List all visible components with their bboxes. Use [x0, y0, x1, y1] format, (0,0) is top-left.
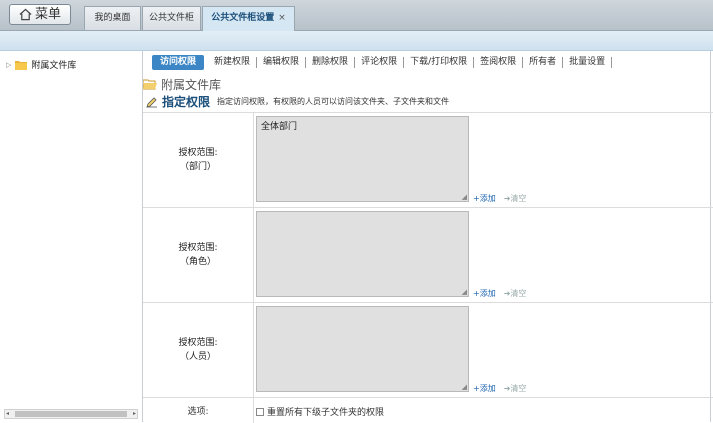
- perm-tab-owner[interactable]: 所有者: [523, 57, 564, 68]
- resize-grip-icon[interactable]: ◢: [462, 288, 467, 296]
- scroll-left-icon[interactable]: ◂: [6, 410, 9, 418]
- options-label: 选项:: [143, 398, 254, 423]
- clear-button[interactable]: ➜清空: [504, 193, 527, 204]
- role-textarea[interactable]: ◢: [256, 211, 469, 297]
- row-label: 授权范围: （角色）: [143, 208, 254, 302]
- top-tab-bar: 菜单 我的桌面 公共文件柜 公共文件柜设置 ×: [0, 0, 713, 31]
- row-actions: +添加 ➜清空: [473, 193, 526, 204]
- perm-tab-comment[interactable]: 评论权限: [355, 57, 405, 68]
- tab-public-cabinet-settings[interactable]: 公共文件柜设置 ×: [202, 6, 295, 31]
- expand-arrow-icon[interactable]: ▷: [6, 61, 11, 69]
- perm-tab-edit[interactable]: 编辑权限: [257, 57, 307, 68]
- tab-label: 公共文件柜设置: [211, 13, 275, 23]
- user-textarea[interactable]: ◢: [256, 306, 469, 392]
- label-line2: （部门）: [179, 162, 216, 172]
- perm-tab-batch[interactable]: 批量设置: [563, 57, 613, 68]
- scope-row-department: 授权范围: （部门） 全体部门 ◢ +添加 ➜清空: [143, 112, 713, 207]
- row-label: 授权范围: （人员）: [143, 303, 254, 397]
- home-icon: [19, 8, 32, 21]
- section-header: 指定权限 指定访问权限，有权限的人员可以访问该文件夹、子文件夹和文件: [146, 93, 449, 110]
- label-line1: 授权范围:: [178, 338, 218, 348]
- perm-tab-download-print[interactable]: 下载/打印权限: [404, 57, 475, 68]
- perm-tab-create[interactable]: 新建权限: [208, 57, 258, 68]
- tab-label: 我的桌面: [94, 13, 131, 23]
- textarea-value: 全体部门: [261, 122, 298, 132]
- clear-label: 清空: [510, 289, 527, 298]
- tree-item-attached-library[interactable]: ▷ 附属文件库: [6, 58, 76, 71]
- scroll-thumb[interactable]: [15, 411, 127, 417]
- reset-subfolder-permissions-checkbox[interactable]: 重置所有下级子文件夹的权限: [256, 405, 384, 418]
- add-button[interactable]: +添加: [473, 383, 496, 394]
- menu-button[interactable]: 菜单: [9, 4, 71, 25]
- tab-my-desktop[interactable]: 我的桌面: [84, 6, 141, 30]
- add-button[interactable]: +添加: [473, 193, 496, 204]
- clear-button[interactable]: ➜清空: [504, 288, 527, 299]
- clear-label: 清空: [510, 194, 527, 203]
- label-line1: 授权范围:: [178, 243, 218, 253]
- folder-name: 附属文件库: [161, 78, 222, 92]
- label-line2: （角色）: [179, 257, 216, 267]
- current-folder: 附属文件库: [143, 76, 221, 93]
- open-folder-icon: [143, 79, 157, 90]
- tree-item-label: 附属文件库: [31, 61, 77, 71]
- edit-icon: [146, 96, 157, 108]
- resize-grip-icon[interactable]: ◢: [462, 383, 467, 391]
- checkbox-box[interactable]: [256, 407, 264, 416]
- perm-tab-sign-read[interactable]: 签阅权限: [474, 57, 524, 68]
- tab-public-cabinet[interactable]: 公共文件柜: [142, 6, 201, 30]
- department-textarea[interactable]: 全体部门 ◢: [256, 116, 469, 202]
- perm-tab-access[interactable]: 访问权限: [152, 55, 205, 70]
- tab-label: 公共文件柜: [148, 13, 194, 23]
- checkbox-label: 重置所有下级子文件夹的权限: [267, 408, 385, 418]
- options-row: 选项: 重置所有下级子文件夹的权限: [143, 397, 713, 423]
- clear-button[interactable]: ➜清空: [504, 383, 527, 394]
- row-actions: +添加 ➜清空: [473, 288, 526, 299]
- label-line1: 授权范围:: [178, 148, 218, 158]
- permission-tabs: 访问权限 新建权限 编辑权限 删除权限 评论权限 下载/打印权限 签阅权限 所有…: [152, 54, 613, 71]
- folder-icon: [15, 60, 28, 70]
- section-description: 指定访问权限，有权限的人员可以访问该文件夹、子文件夹和文件: [217, 97, 450, 106]
- scroll-right-icon[interactable]: ▸: [133, 410, 136, 418]
- sidebar-horizontal-scrollbar[interactable]: ◂ ▸: [4, 409, 138, 419]
- perm-tab-delete[interactable]: 删除权限: [306, 57, 356, 68]
- row-label: 授权范围: （部门）: [143, 113, 254, 207]
- scope-row-user: 授权范围: （人员） ◢ +添加 ➜清空: [143, 302, 713, 397]
- sidebar-tree: ▷ 附属文件库: [0, 51, 143, 422]
- toolbar-strip: [0, 31, 713, 51]
- close-icon[interactable]: ×: [278, 13, 286, 23]
- row-actions: +添加 ➜清空: [473, 383, 526, 394]
- add-button[interactable]: +添加: [473, 288, 496, 299]
- clear-label: 清空: [510, 384, 527, 393]
- menu-label: 菜单: [34, 7, 61, 22]
- scope-row-role: 授权范围: （角色） ◢ +添加 ➜清空: [143, 207, 713, 302]
- section-title: 指定权限: [162, 95, 211, 109]
- label-line2: （人员）: [179, 352, 216, 362]
- resize-grip-icon[interactable]: ◢: [462, 193, 467, 201]
